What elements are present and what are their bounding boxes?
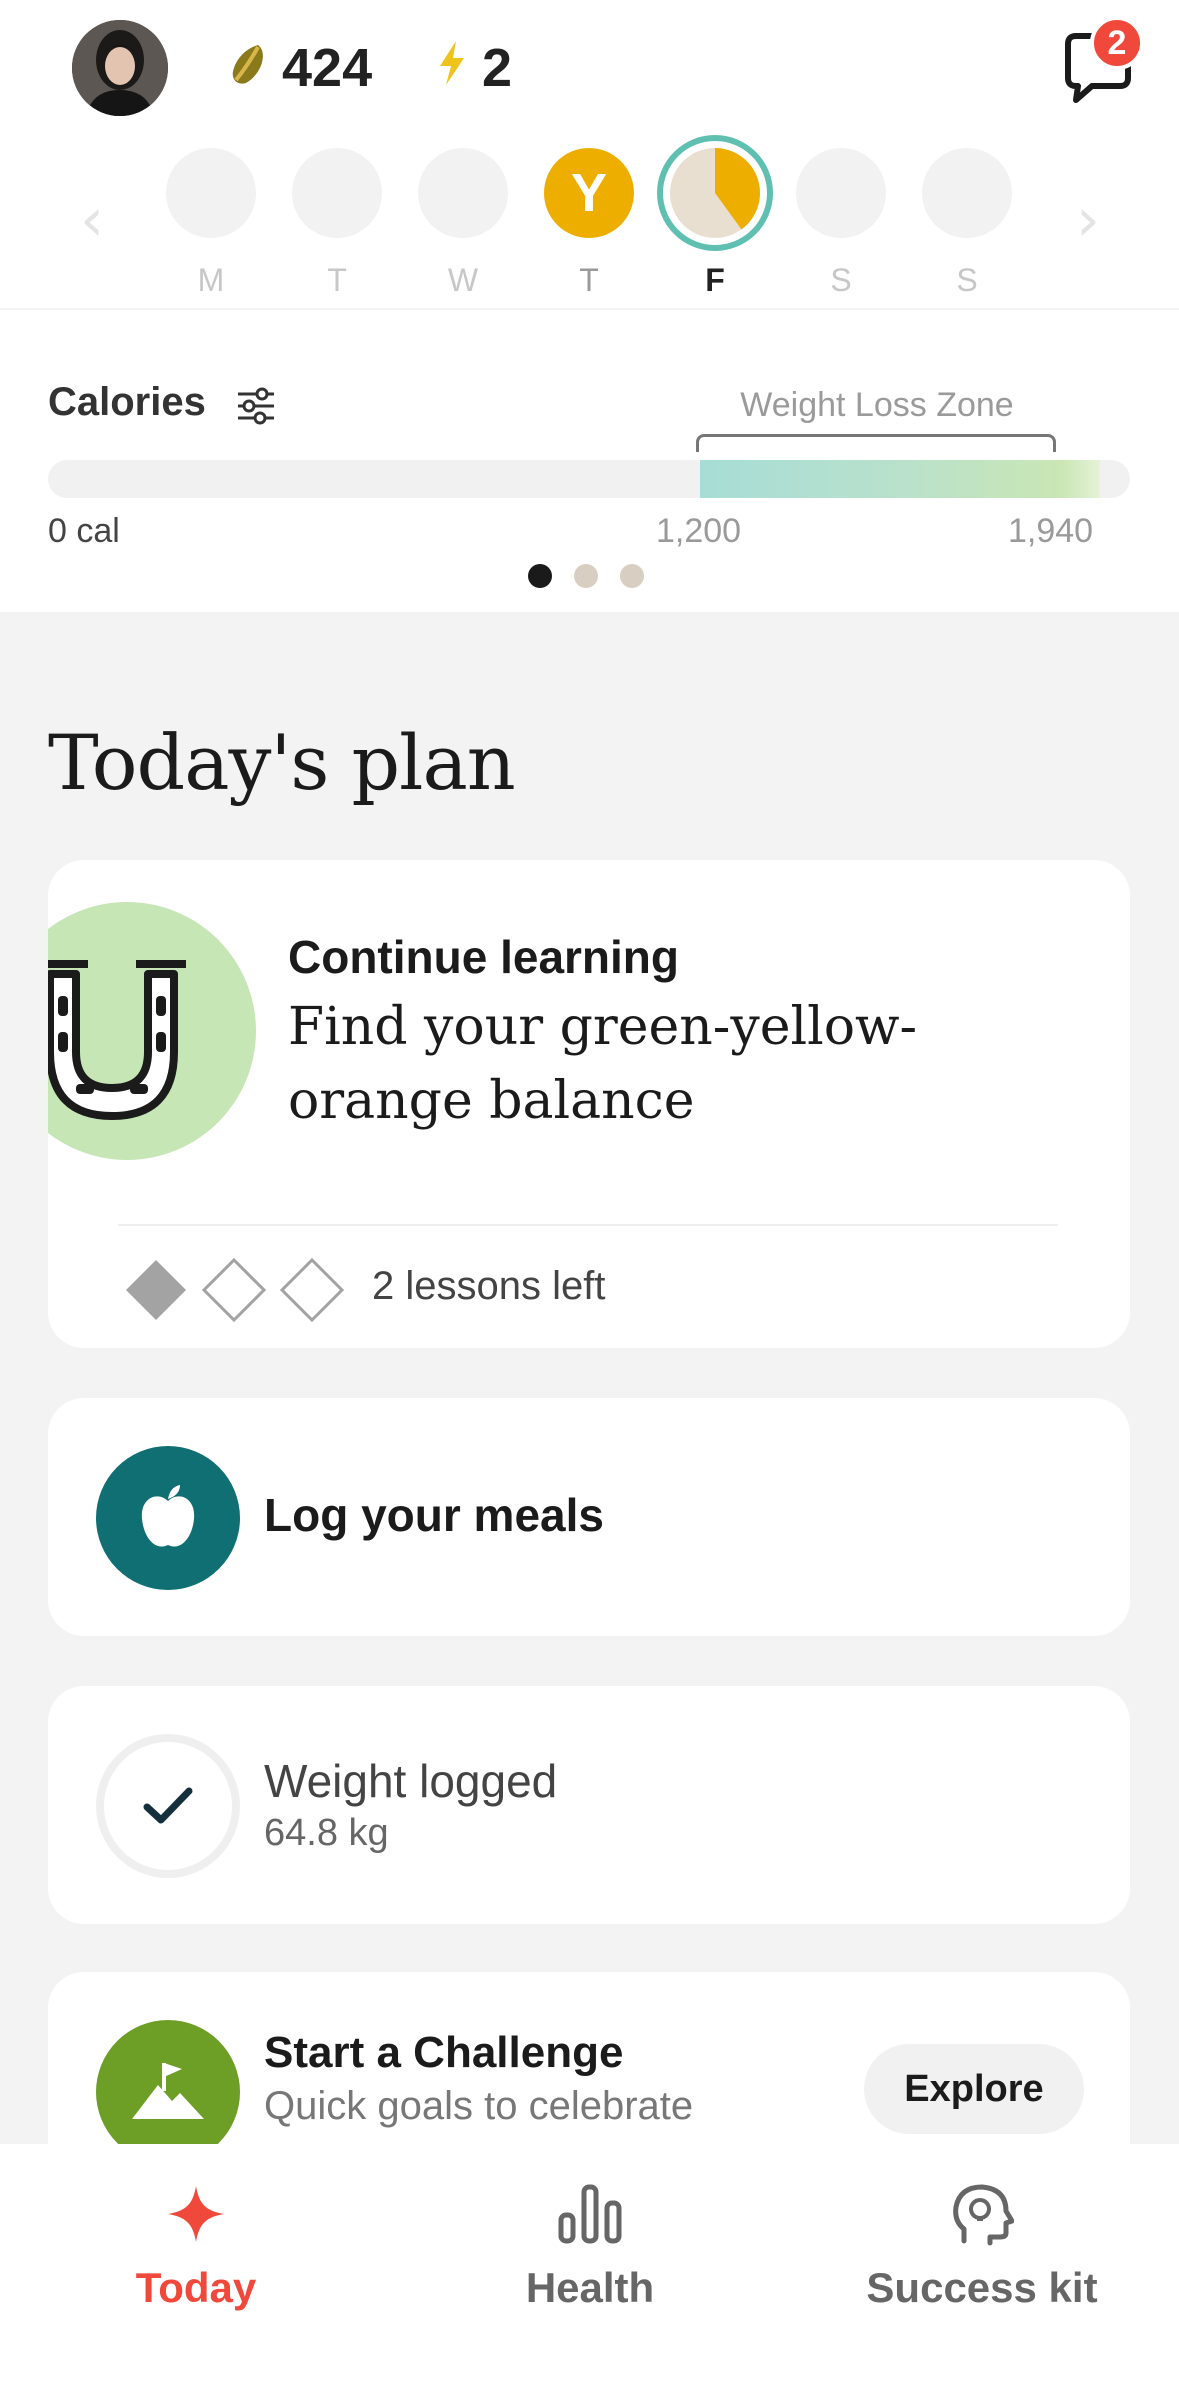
calorie-target-zone — [700, 460, 1100, 498]
avatar-portrait-icon — [72, 20, 168, 116]
today-progress-ring — [657, 135, 773, 251]
day-circle-sun[interactable] — [922, 148, 1012, 238]
day-label-tue: T — [327, 262, 347, 298]
seeds-count: 424 — [282, 38, 373, 98]
sparkle-icon — [168, 2186, 224, 2242]
chat-badge: 2 — [1090, 16, 1144, 70]
lightning-icon — [436, 37, 468, 99]
continue-learning-card[interactable]: Continue learning Find your green-yellow… — [48, 860, 1130, 1348]
seed-icon — [228, 37, 268, 99]
day-label-fri: F — [705, 262, 725, 298]
weight-logged-card[interactable]: Weight logged 64.8 kg — [48, 1686, 1130, 1924]
explore-button[interactable]: Explore — [864, 2044, 1084, 2134]
diamond-filled-icon — [126, 1260, 186, 1320]
day-circle-sat[interactable] — [796, 148, 886, 238]
log-meals-label: Log your meals — [264, 1489, 604, 1541]
bar-chart-icon — [558, 2184, 622, 2244]
lesson-title: Find your green-yellow-orange balance — [288, 997, 918, 1131]
learn-kicker: Continue learning — [288, 931, 679, 983]
day-circle-thu[interactable]: Y — [544, 148, 634, 238]
nav-success-kit[interactable]: Success kit — [832, 2174, 1132, 2324]
zone-bracket — [696, 434, 1056, 452]
streak-count: 2 — [482, 38, 513, 98]
nav-health-label: Health — [525, 2264, 655, 2311]
day-label-mon: M — [197, 262, 225, 298]
day-circle-tue[interactable] — [292, 148, 382, 238]
day-label-sun: S — [956, 262, 978, 298]
horseshoe-icon — [48, 902, 256, 1160]
avatar[interactable] — [72, 20, 168, 116]
weight-title: Weight logged — [264, 1755, 558, 1807]
calories-title: Calories — [48, 380, 206, 424]
card-divider — [118, 1224, 1058, 1226]
prev-week-icon[interactable]: ‹ — [72, 190, 112, 250]
sliders-icon[interactable] — [236, 386, 276, 426]
day-label-sat: S — [830, 262, 852, 298]
day-circle-mon[interactable] — [166, 148, 256, 238]
bottom-nav: Today Health Success kit — [0, 2144, 1179, 2396]
day-label-thu: T — [579, 262, 599, 298]
seeds-stat[interactable]: 424 — [228, 30, 372, 106]
day-circle-wed[interactable] — [418, 148, 508, 238]
weight-value: 64.8 kg — [264, 1812, 389, 1854]
nav-health[interactable]: Health — [440, 2174, 740, 2324]
header-divider — [0, 308, 1179, 310]
nav-success-kit-label: Success kit — [866, 2264, 1098, 2311]
day-marker: Y — [570, 163, 608, 223]
calorie-bar — [48, 460, 1130, 498]
weight-loss-zone-label: Weight Loss Zone — [740, 386, 1014, 424]
lessons-left: 2 lessons left — [372, 1264, 606, 1308]
calorie-axis-mid: 1,200 — [656, 512, 742, 550]
streak-stat[interactable]: 2 — [436, 30, 512, 106]
check-icon — [96, 1734, 240, 1878]
flag-mountain-icon — [96, 2020, 240, 2164]
lesson-progress — [122, 1256, 350, 1324]
day-circle-fri[interactable] — [656, 134, 774, 252]
nav-today[interactable]: Today — [46, 2174, 346, 2324]
calorie-axis-min: 0 cal — [48, 512, 120, 550]
nav-today-label: Today — [135, 2264, 257, 2311]
calorie-axis-max: 1,940 — [1008, 512, 1094, 550]
header-panel: 424 2 2 ‹ › Y M T W T F S S Calories Wei… — [0, 0, 1179, 612]
page-title: Today's plan — [48, 718, 516, 807]
pager-dot[interactable] — [620, 564, 644, 588]
head-idea-icon — [953, 2184, 1014, 2246]
diamond-empty-icon — [201, 1257, 267, 1323]
diamond-empty-icon — [279, 1257, 345, 1323]
apple-icon — [96, 1446, 240, 1590]
log-meals-card[interactable]: Log your meals — [48, 1398, 1130, 1636]
day-label-wed: W — [447, 262, 479, 298]
challenge-subtitle: Quick goals to celebrate — [264, 2084, 694, 2128]
pager-dots[interactable] — [528, 564, 644, 588]
next-week-icon[interactable]: › — [1068, 190, 1108, 250]
pager-dot[interactable] — [574, 564, 598, 588]
challenge-title: Start a Challenge — [264, 2028, 624, 2077]
pager-dot[interactable] — [528, 564, 552, 588]
lesson-progress-diamonds — [126, 1257, 345, 1323]
